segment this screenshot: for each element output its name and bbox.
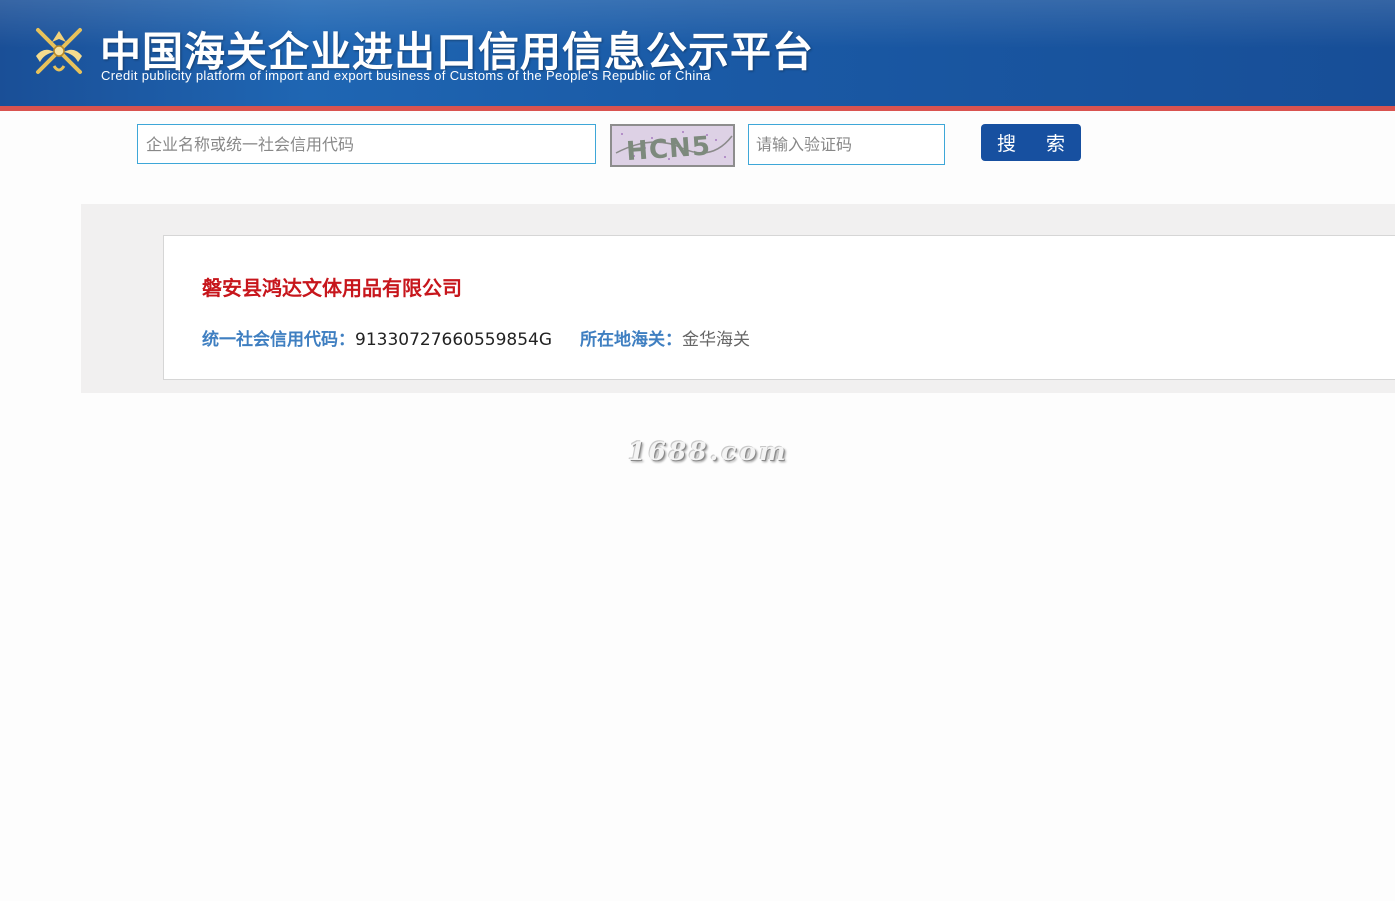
search-button[interactable]: 搜 索	[981, 124, 1081, 161]
captcha-input[interactable]	[748, 124, 945, 165]
captcha-text: HCN5	[625, 131, 712, 165]
customs-emblem-icon	[36, 28, 82, 74]
credit-code-value: 91330727660559854G	[355, 330, 553, 350]
company-name-link[interactable]: 磐安县鸿达文体用品有限公司	[202, 272, 462, 301]
result-card	[163, 235, 1395, 380]
watermark-text: 1688.com	[628, 437, 789, 466]
header-divider	[0, 106, 1395, 111]
page-subtitle: Credit publicity platform of import and …	[101, 68, 711, 83]
customs-value: 金华海关	[682, 330, 751, 350]
company-search-input[interactable]	[137, 124, 596, 164]
captcha-graphic: HCN5	[612, 126, 733, 165]
credit-code-label: 统一社会信用代码：	[202, 330, 355, 350]
captcha-image[interactable]: HCN5	[610, 124, 735, 167]
header-banner: 中国海关企业进出口信用信息公示平台 Credit publicity platf…	[0, 0, 1395, 106]
company-info-row: 统一社会信用代码： 91330727660559854G 所在地海关： 金华海关	[202, 325, 750, 350]
customs-label: 所在地海关：	[580, 330, 683, 350]
